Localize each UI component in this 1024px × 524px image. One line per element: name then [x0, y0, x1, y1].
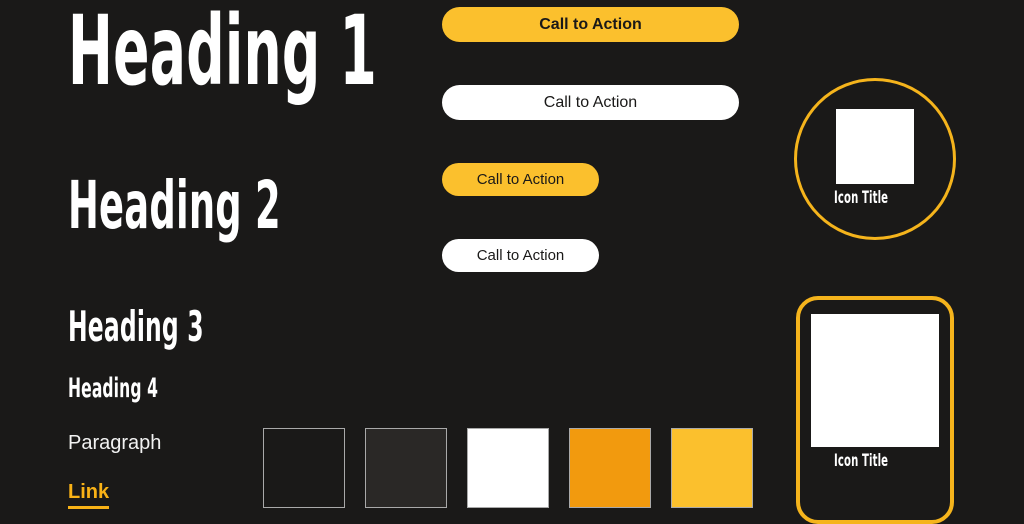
icon-card-circle[interactable]: Icon Title [794, 78, 956, 240]
paragraph-text: Paragraph [68, 432, 162, 454]
icon-card-circle-title: Icon Title [833, 188, 889, 208]
placeholder-image-icon [836, 109, 914, 184]
cta-button-secondary-large[interactable]: Call to Action [442, 85, 739, 120]
sample-link[interactable]: Link [68, 479, 110, 509]
icon-card-rect-title: Icon Title [833, 451, 889, 471]
heading-3: Heading 3 [68, 302, 204, 351]
color-palette [263, 428, 753, 508]
color-swatch[interactable] [467, 428, 549, 508]
color-swatch[interactable] [365, 428, 447, 508]
cta-button-primary-small[interactable]: Call to Action [442, 163, 599, 196]
color-swatch[interactable] [671, 428, 753, 508]
icon-card-rounded-rect[interactable]: Icon Title [796, 296, 954, 524]
heading-4: Heading 4 [68, 373, 159, 404]
style-guide-canvas: Heading 1 Heading 2 Heading 3 Heading 4 … [0, 0, 1024, 524]
cta-button-primary-large[interactable]: Call to Action [442, 7, 739, 42]
cta-button-secondary-small[interactable]: Call to Action [442, 239, 599, 272]
color-swatch[interactable] [263, 428, 345, 508]
heading-1: Heading 1 [68, 0, 378, 107]
color-swatch[interactable] [569, 428, 651, 508]
heading-2: Heading 2 [68, 167, 281, 244]
placeholder-image-icon [811, 314, 939, 447]
